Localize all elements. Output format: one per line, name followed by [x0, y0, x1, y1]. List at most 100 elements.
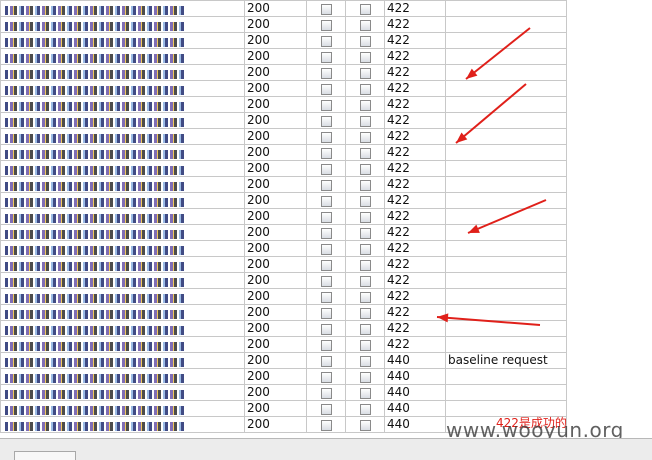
timeout-checkbox[interactable]: [359, 84, 371, 95]
table-row[interactable]: 200 440: [0, 384, 566, 401]
error-checkbox[interactable]: [320, 212, 332, 223]
table-row[interactable]: 200 422: [0, 192, 566, 209]
table-row[interactable]: 200 422: [0, 0, 566, 17]
timeout-checkbox[interactable]: [359, 276, 371, 287]
timeout-checkbox[interactable]: [359, 196, 371, 207]
timeout-checkbox[interactable]: [359, 324, 371, 335]
table-row[interactable]: 200 422: [0, 272, 566, 289]
status-cell: 200: [244, 64, 307, 81]
timeout-checkbox[interactable]: [359, 292, 371, 303]
table-row[interactable]: 200 422: [0, 16, 566, 33]
table-row[interactable]: 200 422: [0, 176, 566, 193]
table-row[interactable]: 200 422: [0, 64, 566, 81]
timeout-checkbox[interactable]: [359, 164, 371, 175]
table-row[interactable]: 200 440 baseline request: [0, 352, 566, 369]
timeout-checkbox[interactable]: [359, 404, 371, 415]
error-checkbox[interactable]: [320, 260, 332, 271]
payload-cell: [0, 288, 245, 305]
timeout-cell: [345, 384, 385, 401]
error-checkbox[interactable]: [320, 20, 332, 31]
error-checkbox[interactable]: [320, 4, 332, 15]
timeout-checkbox[interactable]: [359, 36, 371, 47]
timeout-checkbox[interactable]: [359, 308, 371, 319]
status-cell: 200: [244, 320, 307, 337]
payload-cell: [0, 384, 245, 401]
timeout-checkbox[interactable]: [359, 52, 371, 63]
timeout-checkbox[interactable]: [359, 148, 371, 159]
error-checkbox[interactable]: [320, 164, 332, 175]
table-row[interactable]: 200 422: [0, 128, 566, 145]
redacted-payload: [5, 53, 185, 63]
timeout-checkbox[interactable]: [359, 212, 371, 223]
comment-cell: [445, 208, 566, 225]
table-row[interactable]: 200 422: [0, 336, 566, 353]
table-row[interactable]: 200 440: [0, 400, 566, 417]
table-row[interactable]: 200 422: [0, 80, 566, 97]
error-checkbox[interactable]: [320, 276, 332, 287]
error-checkbox[interactable]: [320, 36, 332, 47]
timeout-checkbox[interactable]: [359, 4, 371, 15]
table-row[interactable]: 200 422: [0, 240, 566, 257]
status-cell: 200: [244, 240, 307, 257]
error-checkbox[interactable]: [320, 340, 332, 351]
table-row[interactable]: 200 422: [0, 96, 566, 113]
error-checkbox[interactable]: [320, 52, 332, 63]
timeout-checkbox[interactable]: [359, 420, 371, 431]
payload-cell: [0, 304, 245, 321]
error-checkbox[interactable]: [320, 148, 332, 159]
timeout-checkbox[interactable]: [359, 132, 371, 143]
redacted-payload: [5, 373, 185, 383]
error-checkbox[interactable]: [320, 292, 332, 303]
error-checkbox[interactable]: [320, 180, 332, 191]
table-row[interactable]: 200 422: [0, 208, 566, 225]
error-checkbox[interactable]: [320, 84, 332, 95]
table-row[interactable]: 200 422: [0, 320, 566, 337]
error-checkbox[interactable]: [320, 356, 332, 367]
table-row[interactable]: 200 422: [0, 288, 566, 305]
table-row[interactable]: 200 422: [0, 48, 566, 65]
error-checkbox[interactable]: [320, 116, 332, 127]
timeout-cell: [345, 112, 385, 129]
error-cell: [306, 176, 346, 193]
timeout-checkbox[interactable]: [359, 116, 371, 127]
timeout-checkbox[interactable]: [359, 100, 371, 111]
table-body: 200 422 200 422 200 422 200 422 200 422 200 422 200 4…: [0, 0, 566, 433]
timeout-checkbox[interactable]: [359, 260, 371, 271]
error-checkbox[interactable]: [320, 308, 332, 319]
error-checkbox[interactable]: [320, 420, 332, 431]
timeout-checkbox[interactable]: [359, 340, 371, 351]
timeout-checkbox[interactable]: [359, 372, 371, 383]
error-checkbox[interactable]: [320, 324, 332, 335]
table-row[interactable]: 200 422: [0, 32, 566, 49]
timeout-checkbox[interactable]: [359, 356, 371, 367]
table-row[interactable]: 200 422: [0, 160, 566, 177]
timeout-checkbox[interactable]: [359, 180, 371, 191]
error-checkbox[interactable]: [320, 388, 332, 399]
error-checkbox[interactable]: [320, 132, 332, 143]
timeout-checkbox[interactable]: [359, 388, 371, 399]
length-cell: 440: [384, 400, 446, 417]
payload-cell: [0, 336, 245, 353]
table-row[interactable]: 200 440: [0, 368, 566, 385]
error-checkbox[interactable]: [320, 68, 332, 79]
comment-cell: [445, 16, 566, 33]
status-cell: 200: [244, 272, 307, 289]
table-row[interactable]: 200 422: [0, 144, 566, 161]
length-cell: 422: [384, 16, 446, 33]
error-checkbox[interactable]: [320, 372, 332, 383]
error-checkbox[interactable]: [320, 100, 332, 111]
table-row[interactable]: 200 422: [0, 304, 566, 321]
timeout-checkbox[interactable]: [359, 20, 371, 31]
error-checkbox[interactable]: [320, 244, 332, 255]
timeout-checkbox[interactable]: [359, 244, 371, 255]
error-checkbox[interactable]: [320, 228, 332, 239]
redacted-payload: [5, 213, 185, 223]
error-checkbox[interactable]: [320, 404, 332, 415]
table-row[interactable]: 200 422: [0, 112, 566, 129]
timeout-checkbox[interactable]: [359, 228, 371, 239]
timeout-checkbox[interactable]: [359, 68, 371, 79]
status-cell: 200: [244, 96, 307, 113]
table-row[interactable]: 200 422: [0, 256, 566, 273]
table-row[interactable]: 200 422: [0, 224, 566, 241]
error-checkbox[interactable]: [320, 196, 332, 207]
